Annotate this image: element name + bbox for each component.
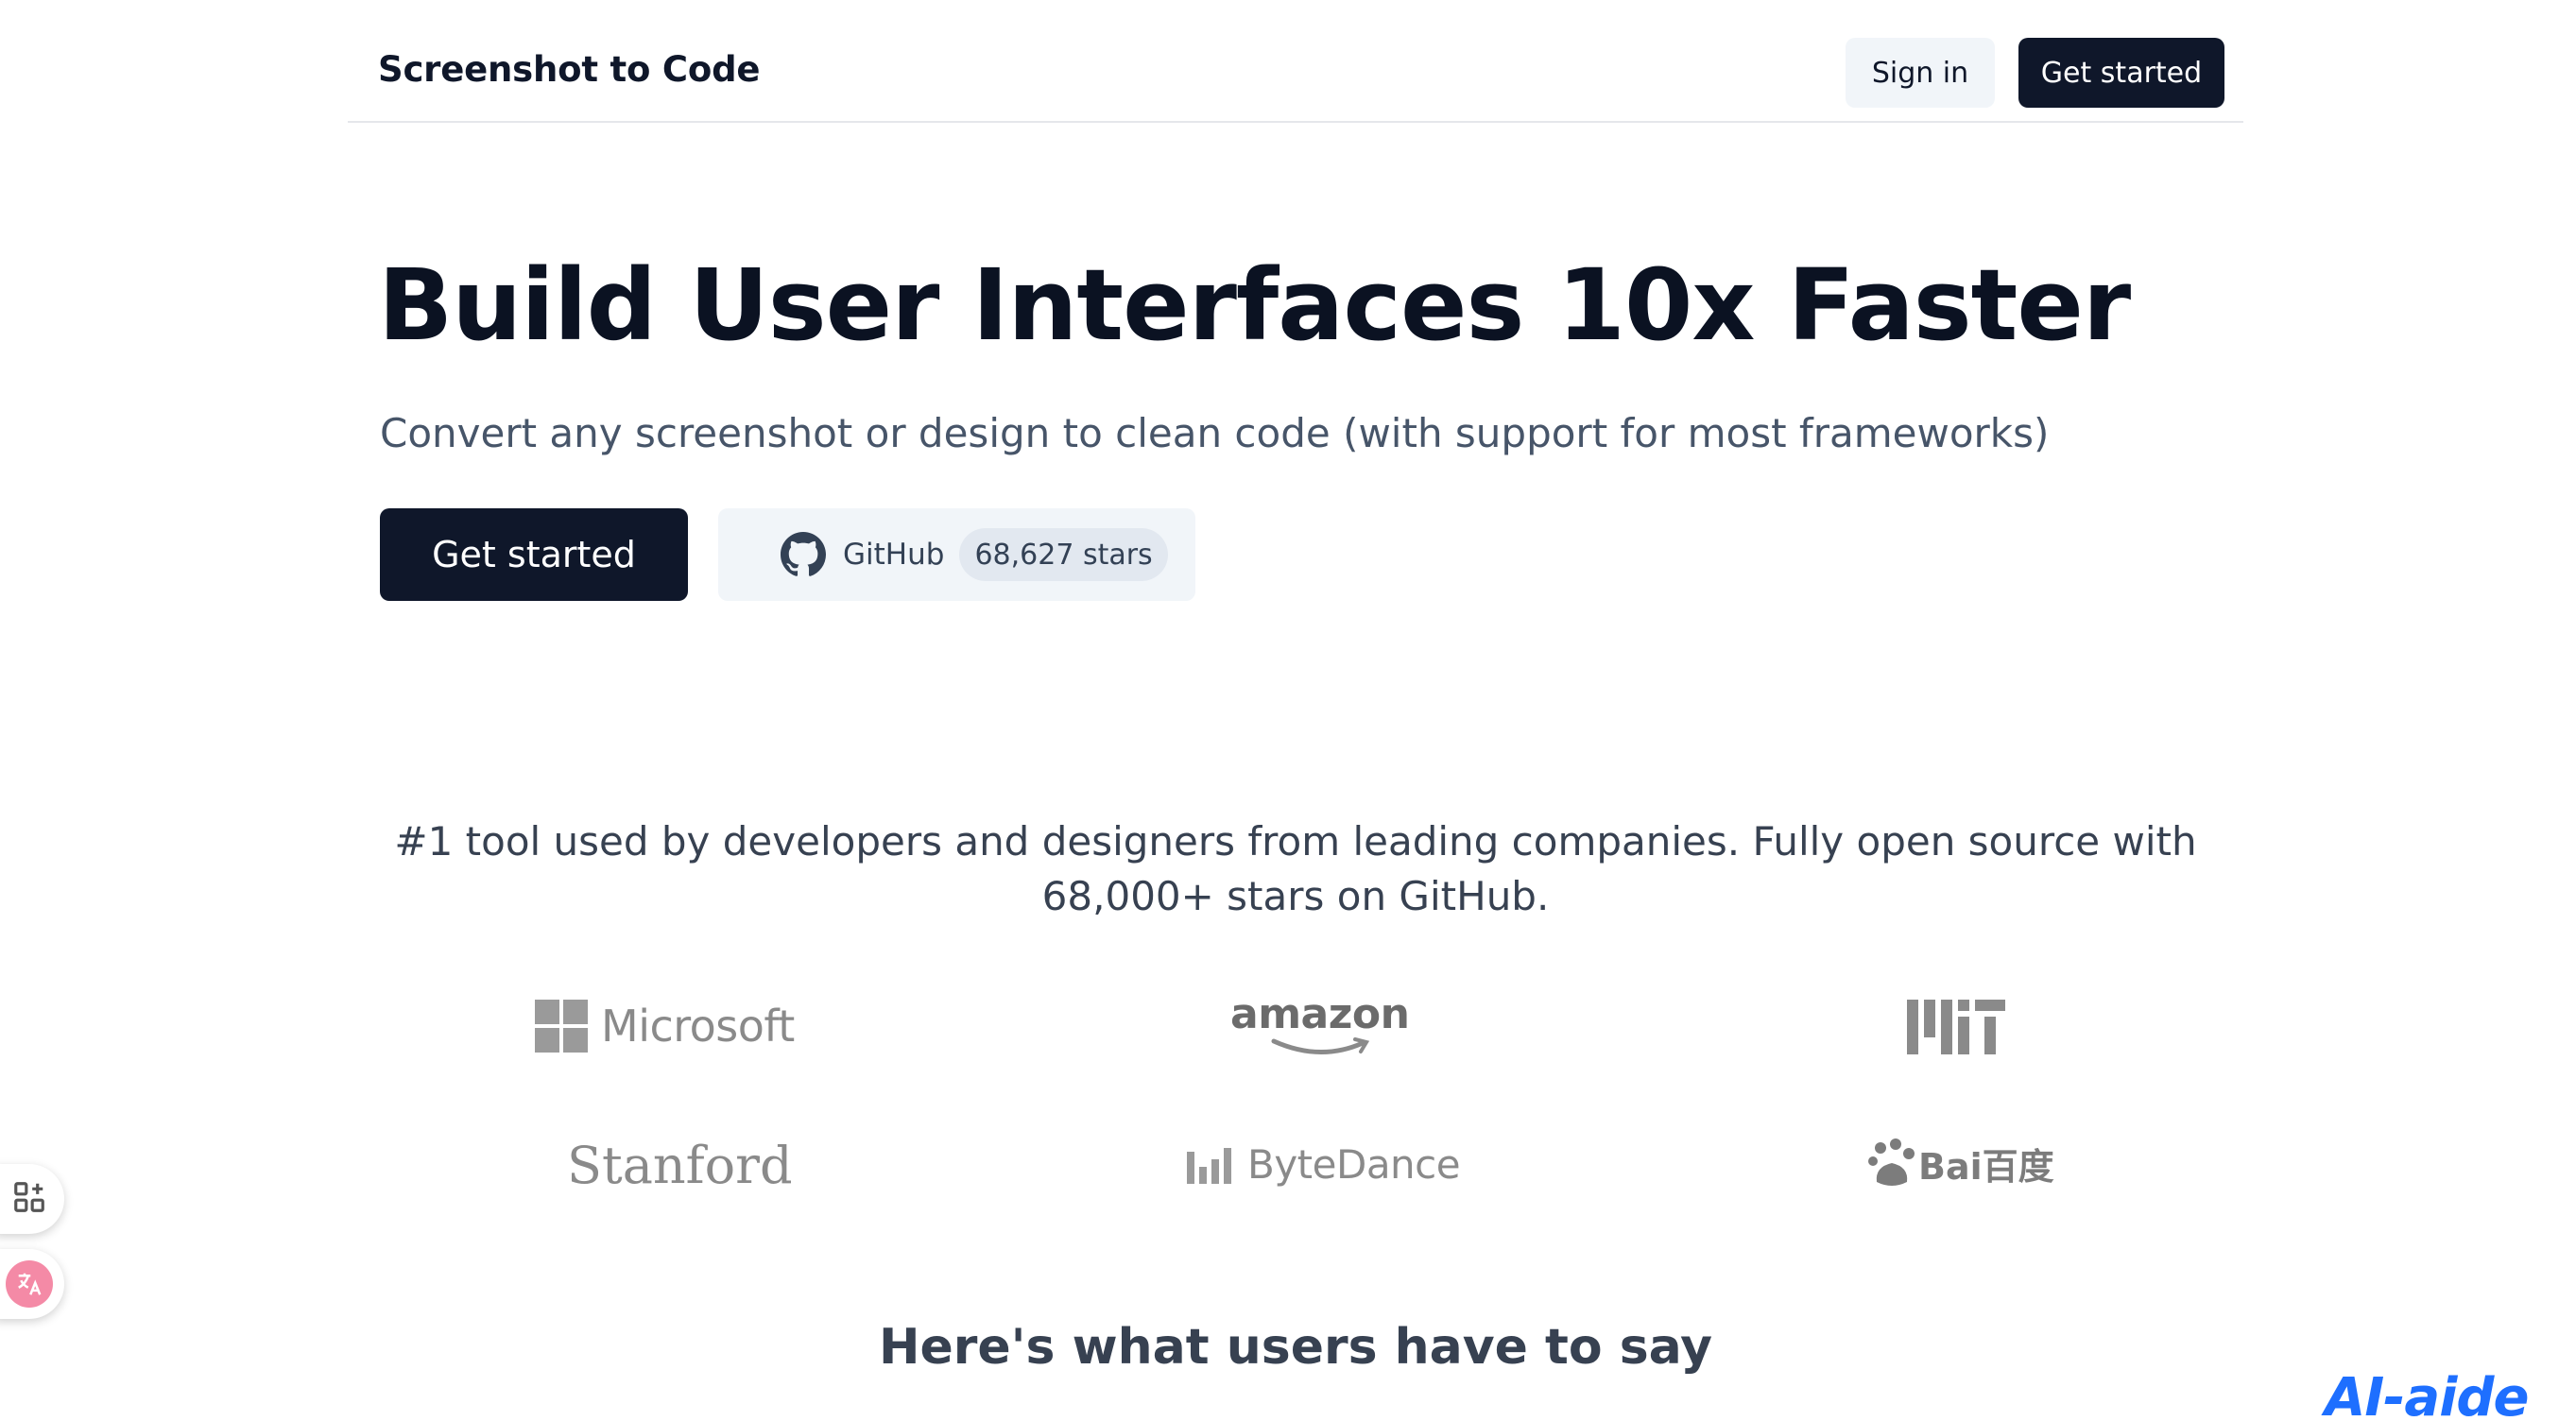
site-header: Screenshot to Code Sign in Get started — [348, 0, 2243, 123]
amazon-logo: amazon — [1230, 990, 1410, 1058]
microsoft-logo-text: Microsoft — [601, 1001, 795, 1052]
landing-page: Screenshot to Code Sign in Get started B… — [0, 0, 2576, 1421]
hero-get-started-button[interactable]: Get started — [380, 508, 688, 601]
sign-in-button[interactable]: Sign in — [1846, 38, 1995, 108]
translate-icon — [6, 1260, 53, 1308]
watermark-logo: AI-aide — [2325, 1367, 2529, 1421]
microsoft-grid-icon — [535, 1000, 588, 1053]
stanford-logo: Stanford — [567, 1136, 793, 1195]
github-stars-badge: 68,627 stars — [959, 528, 1168, 581]
microsoft-logo: Microsoft — [535, 1000, 795, 1053]
amazon-smile-icon — [1271, 1037, 1369, 1054]
translate-widget-button[interactable] — [0, 1249, 64, 1319]
testimonials-title: Here's what users have to say — [878, 1319, 1713, 1376]
bytedance-logo: ByteDance — [1187, 1141, 1461, 1188]
header-get-started-button[interactable]: Get started — [2018, 38, 2224, 108]
bytedance-logo-text: ByteDance — [1247, 1141, 1461, 1188]
baidu-logo-text: Bai百度 — [1918, 1146, 2054, 1188]
brand-name[interactable]: Screenshot to Code — [378, 49, 760, 90]
github-button[interactable]: GitHub 68,627 stars — [718, 508, 1195, 601]
github-icon — [781, 532, 826, 577]
bytedance-bars-icon — [1187, 1146, 1236, 1184]
hero-subtitle: Convert any screenshot or design to clea… — [380, 410, 2050, 456]
apps-widget-button[interactable] — [0, 1164, 64, 1234]
amazon-logo-text: amazon — [1230, 990, 1410, 1038]
baidu-paw-icon — [1867, 1138, 1916, 1190]
mit-logo — [1907, 1000, 2005, 1054]
baidu-logo: Bai百度 — [1865, 1138, 2054, 1190]
github-label: GitHub — [843, 538, 945, 572]
hero-title: Build User Interfaces 10x Faster — [378, 248, 2131, 363]
apps-icon — [11, 1179, 47, 1219]
social-proof-text: #1 tool used by developers and designers… — [394, 818, 2197, 919]
mit-logo-mark — [1907, 1000, 2005, 1054]
